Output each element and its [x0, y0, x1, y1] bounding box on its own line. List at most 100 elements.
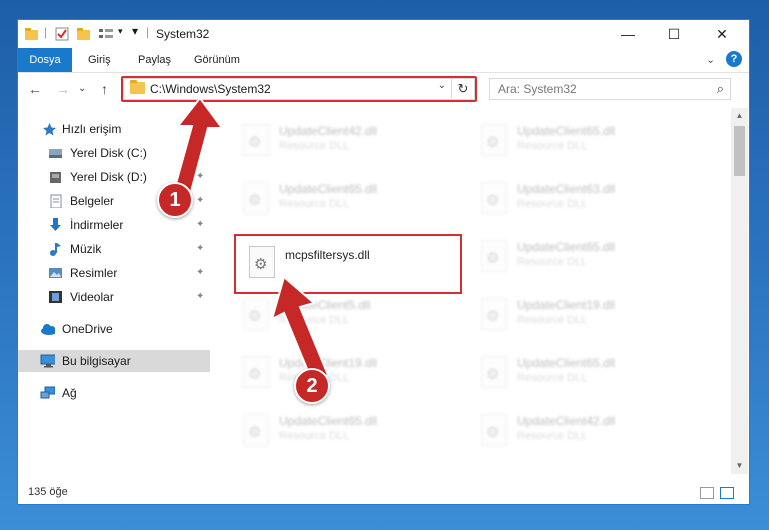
scroll-thumb[interactable] — [734, 126, 745, 176]
file-name: UpdateClient65.dll — [517, 124, 616, 138]
explorer-window: | ▾ ▾ | System32 — ☐ ✕ Dosya Giriş Payla… — [17, 19, 750, 505]
file-item[interactable]: UpdateClient65.dll Resource DLL — [231, 174, 451, 222]
new-folder-icon[interactable] — [76, 26, 92, 42]
item-count: 135 öğe — [28, 486, 68, 498]
minimize-button[interactable]: — — [605, 20, 651, 48]
forward-arrow-icon[interactable]: → — [56, 81, 70, 97]
properties-icon[interactable] — [54, 26, 70, 42]
expand-ribbon-icon[interactable]: ⌄ — [706, 53, 715, 66]
file-name: UpdateClient19.dll — [517, 298, 616, 312]
sidebar-item-label: OneDrive — [62, 322, 113, 336]
file-name: UpdateClient65.dll — [517, 356, 616, 370]
file-item[interactable]: UpdateClient63.dll Resource DLL — [469, 174, 689, 222]
file-name: UpdateClient63.dll — [517, 182, 616, 196]
sidebar-item-label: Ağ — [62, 386, 77, 400]
file-item[interactable]: UpdateClient65.dll Resource DLL — [231, 406, 451, 454]
dll-file-icon — [481, 240, 507, 272]
file-type: Resource DLL — [517, 198, 588, 210]
ribbon-tabs: Dosya Giriş Paylaş Görünüm ⌄ ? — [18, 48, 749, 73]
dll-file-icon — [243, 414, 269, 446]
drive-icon — [50, 172, 61, 183]
folder-icon[interactable] — [24, 26, 40, 42]
file-type: Resource DLL — [517, 314, 588, 326]
dll-file-icon — [243, 298, 269, 330]
tab-share[interactable]: Paylaş — [128, 48, 181, 72]
scroll-down-icon[interactable]: ▼ — [731, 458, 748, 474]
search-input[interactable]: Ara: System32 — [498, 82, 577, 96]
dll-file-icon — [481, 414, 507, 446]
file-name: UpdateClient42.dll — [517, 414, 616, 428]
music-icon — [50, 243, 61, 256]
sidebar-item-videos[interactable]: Videolar ✦ — [18, 286, 210, 308]
sidebar-item-label: Belgeler — [70, 194, 115, 208]
sidebar-item-label: Hızlı erişim — [62, 122, 122, 136]
search-icon[interactable]: ⌕ — [717, 81, 724, 97]
file-type: Resource DLL — [279, 430, 350, 442]
sidebar-item-label: Müzik — [70, 242, 102, 256]
tab-file[interactable]: Dosya — [18, 48, 72, 72]
sidebar-item-label: Bu bilgisayar — [62, 354, 131, 368]
maximize-button[interactable]: ☐ — [651, 20, 697, 48]
file-item[interactable]: UpdateClient19.dllResource DLL — [231, 348, 451, 396]
file-type: Resource DLL — [517, 256, 588, 268]
back-arrow-icon[interactable]: ← — [28, 81, 42, 97]
details-view-icon[interactable] — [700, 487, 714, 499]
dll-file-icon — [481, 124, 507, 156]
customize-toolbar-icon[interactable]: ▾ — [132, 24, 138, 40]
pictures-icon — [49, 268, 62, 278]
sidebar-item-network[interactable]: Ağ — [18, 382, 210, 404]
tab-home[interactable]: Giriş — [78, 48, 121, 72]
sidebar-item-downloads[interactable]: İndirmeler ✦ — [18, 214, 210, 236]
sidebar-item-label: İndirmeler — [70, 218, 124, 232]
documents-icon — [50, 194, 62, 208]
status-bar: 135 öğe — [18, 482, 749, 504]
separator: | — [146, 25, 150, 39]
file-item[interactable]: UpdateClient42.dll Resource DLL — [231, 116, 451, 164]
computer-icon — [40, 354, 55, 368]
pin-icon: ✦ — [196, 219, 205, 230]
dll-file-icon — [481, 356, 507, 388]
dll-file-icon — [481, 298, 507, 330]
file-type: Resource DLL — [279, 140, 350, 152]
close-button[interactable]: ✕ — [699, 20, 745, 48]
recent-locations-icon[interactable]: ⌄ — [78, 83, 86, 94]
file-name: UpdateClient42.dll — [279, 124, 378, 138]
up-arrow-icon[interactable]: ↑ — [101, 81, 108, 97]
sidebar-item-pictures[interactable]: Resimler ✦ — [18, 262, 210, 284]
file-item[interactable]: UpdateClient65.dll Resource DLL — [469, 116, 689, 164]
step-badge-2: 2 — [294, 368, 330, 404]
tab-view[interactable]: Görünüm — [184, 48, 250, 72]
sidebar-item-this-pc[interactable]: Bu bilgisayar — [18, 350, 210, 372]
qa-dropdown-icon[interactable]: ▾ — [118, 26, 123, 42]
file-type: Resource DLL — [517, 430, 588, 442]
dll-file-icon — [481, 182, 507, 214]
file-item[interactable]: UpdateClient65.dll Resource DLL — [469, 232, 689, 280]
scroll-up-icon[interactable]: ▲ — [731, 108, 748, 124]
navigation-bar: ← → ⌄ ↑ C:\Windows\System32 ⌄ ↻ Ara: Sys… — [18, 72, 749, 108]
file-item[interactable]: UpdateClient42.dll Resource DLL — [469, 406, 689, 454]
file-item[interactable]: UpdateClient5.dllResource DLL — [231, 290, 451, 338]
pin-icon: ✦ — [196, 267, 205, 278]
help-icon[interactable]: ? — [726, 51, 742, 67]
file-name: UpdateClient65.dll — [517, 240, 616, 254]
file-name: UpdateClient65.dll — [279, 414, 378, 428]
window-title: System32 — [156, 27, 210, 41]
file-item[interactable]: UpdateClient19.dll Resource DLL — [469, 290, 689, 338]
drive-icon — [49, 149, 62, 158]
sidebar-item-onedrive[interactable]: OneDrive — [18, 318, 210, 340]
dll-file-icon — [243, 124, 269, 156]
dll-file-icon — [243, 356, 269, 388]
view-options-icon[interactable] — [98, 26, 118, 42]
download-icon — [50, 218, 61, 231]
large-icons-view-icon[interactable] — [720, 487, 734, 499]
star-icon — [43, 123, 56, 136]
sidebar-item-music[interactable]: Müzik ✦ — [18, 238, 210, 260]
file-type: Resource DLL — [517, 140, 588, 152]
search-box[interactable]: Ara: System32 ⌕ — [489, 78, 731, 100]
file-item[interactable]: UpdateClient65.dll Resource DLL — [469, 348, 689, 396]
cloud-icon — [41, 324, 55, 335]
file-highlight-box — [234, 234, 462, 294]
pin-icon: ✦ — [196, 291, 205, 302]
vertical-scrollbar[interactable]: ▲ ▼ — [731, 108, 748, 474]
file-name: UpdateClient65.dll — [279, 182, 378, 196]
